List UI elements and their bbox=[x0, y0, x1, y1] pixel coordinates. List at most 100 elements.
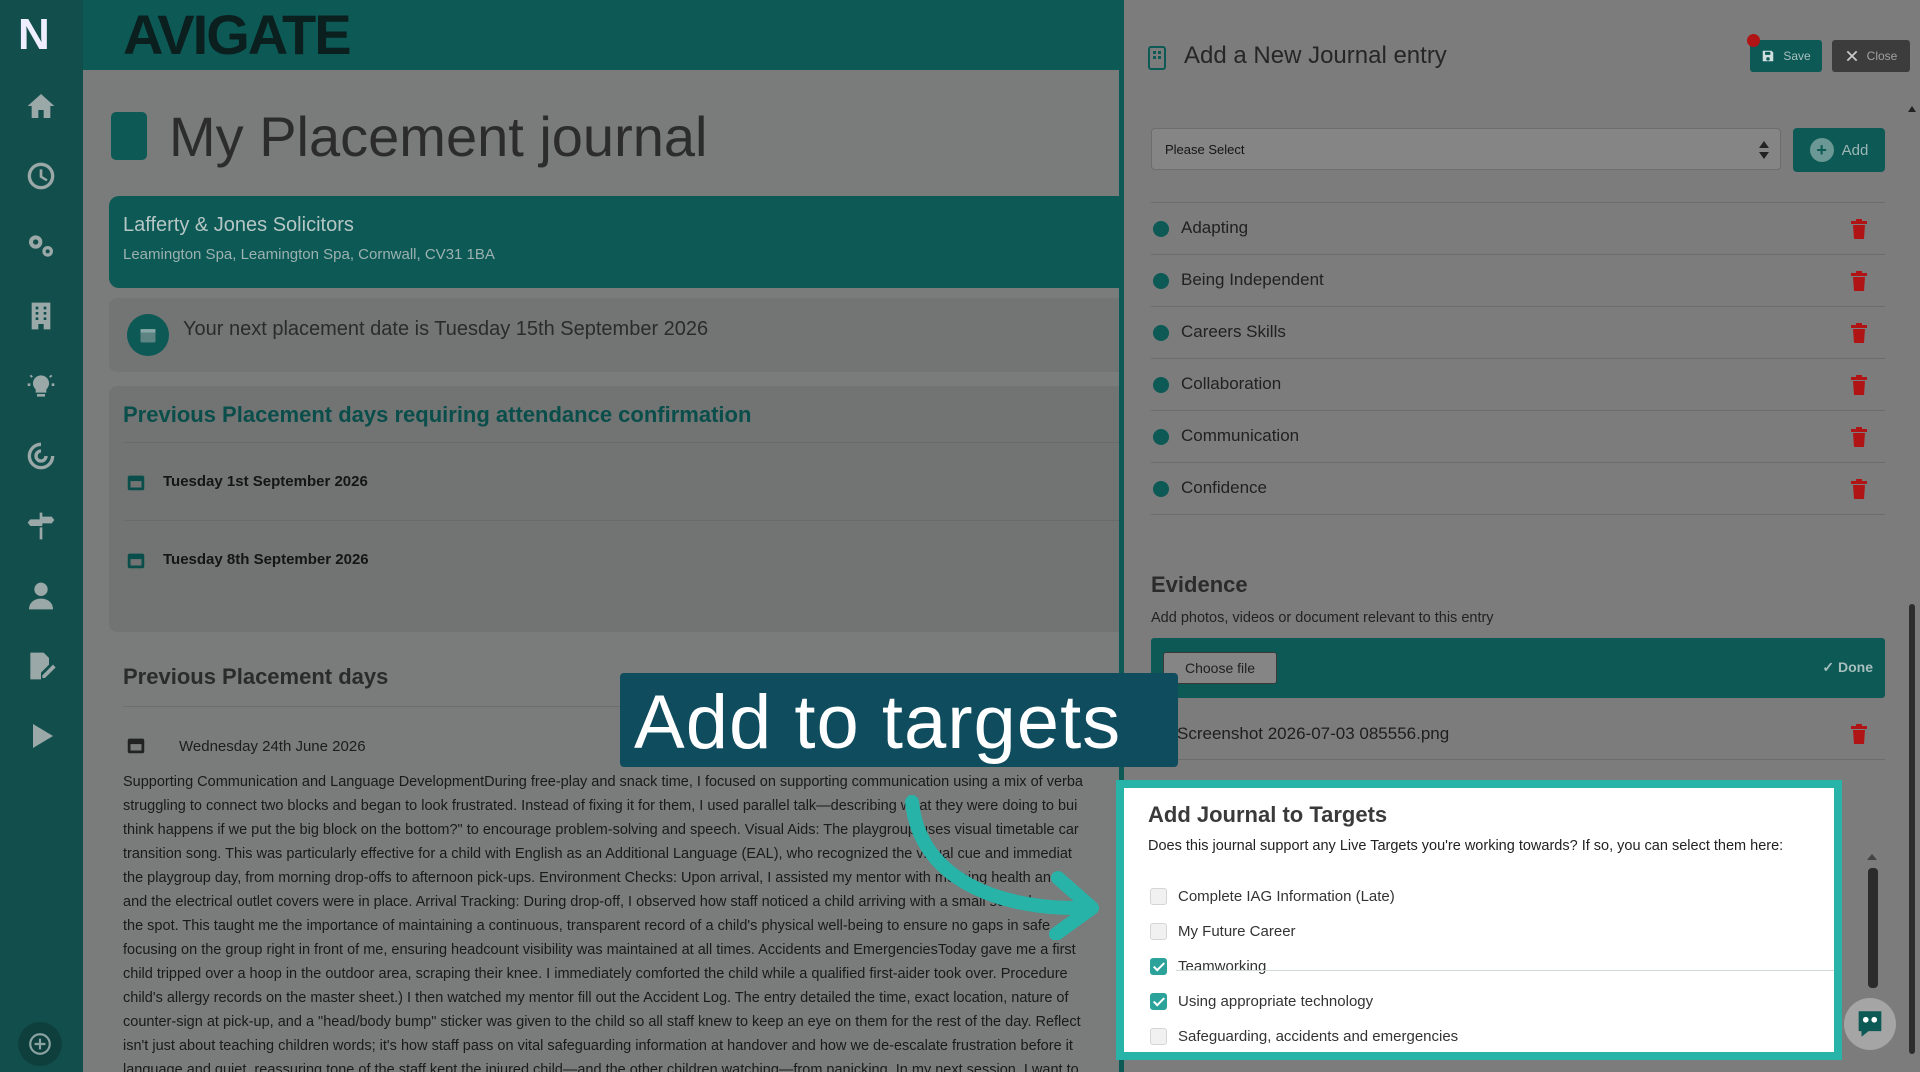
unsaved-indicator bbox=[1747, 34, 1760, 47]
trash-icon[interactable] bbox=[1851, 479, 1867, 499]
divider bbox=[1176, 970, 1834, 971]
confirmation-heading: Previous Placement days requiring attend… bbox=[123, 402, 752, 427]
target-checkbox[interactable] bbox=[1150, 923, 1167, 940]
skill-select[interactable]: Please Select bbox=[1151, 128, 1781, 170]
target-checkbox[interactable] bbox=[1150, 888, 1167, 905]
entry-line: child tripped over a hoop in the outdoor… bbox=[123, 966, 1068, 982]
done-button[interactable]: ✓ Done bbox=[1822, 659, 1873, 676]
close-label: Close bbox=[1866, 49, 1898, 63]
next-placement-card: Your next placement date is Tuesday 15th… bbox=[109, 298, 1123, 372]
app-logo[interactable]: N bbox=[18, 10, 50, 60]
confirmation-row[interactable]: Tuesday 1st September 2026 bbox=[123, 442, 1123, 520]
entry-line: isn't just about teaching children words… bbox=[123, 1038, 1073, 1054]
home-icon[interactable] bbox=[21, 86, 61, 126]
entry-date: Wednesday 24th June 2026 bbox=[179, 738, 366, 755]
callout-text: Add to targets bbox=[634, 680, 1122, 765]
scroll-up-icon[interactable] bbox=[1866, 852, 1878, 862]
targets-heading: Add Journal to Targets bbox=[1148, 802, 1388, 827]
left-sidebar: N bbox=[0, 0, 83, 1072]
trash-icon[interactable] bbox=[1851, 427, 1867, 447]
skill-name: Communication bbox=[1181, 426, 1300, 445]
done-label: Done bbox=[1838, 659, 1873, 675]
target-option[interactable]: Using appropriate technology bbox=[1150, 985, 1830, 1019]
target-checkbox[interactable] bbox=[1150, 993, 1167, 1010]
skill-dot bbox=[1153, 325, 1169, 341]
confirmation-section: Previous Placement days requiring attend… bbox=[109, 386, 1123, 632]
app-root: N AVIGATE My Placement journal Lafferty … bbox=[0, 0, 1920, 1072]
skills-list: Adapting Being Independent Careers Skill… bbox=[1151, 202, 1885, 515]
skill-name: Collaboration bbox=[1181, 374, 1282, 393]
play-icon[interactable] bbox=[21, 716, 61, 756]
target-icon[interactable] bbox=[21, 436, 61, 476]
add-label: Add bbox=[1841, 141, 1869, 159]
scroll-up-icon[interactable] bbox=[1907, 104, 1917, 114]
plus-circle-icon[interactable] bbox=[18, 1022, 62, 1066]
target-label: My Future Career bbox=[1178, 923, 1296, 940]
entry-line: language and quiet, reassuring tone of t… bbox=[123, 1062, 1079, 1072]
skill-name: Confidence bbox=[1181, 478, 1268, 497]
panel-title: Add a New Journal entry bbox=[1184, 42, 1447, 69]
target-option[interactable]: Safeguarding, accidents and emergencies bbox=[1150, 1020, 1830, 1054]
target-option[interactable]: Teamworking bbox=[1150, 950, 1830, 984]
trash-icon[interactable] bbox=[1851, 323, 1867, 343]
add-skill-button[interactable]: + Add bbox=[1793, 128, 1885, 172]
building-icon bbox=[111, 112, 147, 160]
target-checkbox[interactable] bbox=[1150, 958, 1167, 975]
skill-item: Careers Skills bbox=[1151, 307, 1885, 359]
choose-file-button[interactable]: Choose file bbox=[1163, 652, 1277, 684]
employer-card: Lafferty & Jones Solicitors Leamington S… bbox=[109, 196, 1123, 288]
confirmation-date: Tuesday 1st September 2026 bbox=[163, 473, 368, 490]
close-button[interactable]: Close bbox=[1832, 40, 1910, 72]
edit-document-icon[interactable] bbox=[21, 646, 61, 686]
skill-name: Careers Skills bbox=[1181, 322, 1286, 341]
entry-line: child's allergy records on the master sh… bbox=[123, 990, 1069, 1006]
skill-item: Communication bbox=[1151, 411, 1885, 463]
target-checkbox[interactable] bbox=[1150, 1028, 1167, 1045]
page-title: My Placement journal bbox=[169, 105, 708, 168]
skill-name: Being Independent bbox=[1181, 270, 1324, 289]
uploaded-file-row: Screenshot 2026-07-03 085556.png bbox=[1151, 708, 1885, 760]
trash-icon[interactable] bbox=[1851, 271, 1867, 291]
trash-icon[interactable] bbox=[1851, 724, 1867, 744]
calendar-icon bbox=[127, 314, 169, 356]
skill-dot bbox=[1153, 221, 1169, 237]
skill-item: Being Independent bbox=[1151, 255, 1885, 307]
lightbulb-icon[interactable] bbox=[21, 366, 61, 406]
entry-line: counter-sign at pick-up, and a "head/bod… bbox=[123, 1014, 1081, 1030]
check-icon: ✓ bbox=[1822, 659, 1838, 675]
target-option[interactable]: My Future Career bbox=[1150, 915, 1830, 949]
confirmation-row[interactable]: Tuesday 8th September 2026 bbox=[123, 520, 1123, 598]
save-button[interactable]: Save bbox=[1750, 40, 1822, 72]
next-placement-text: Your next placement date is Tuesday 15th… bbox=[183, 318, 709, 340]
target-option[interactable]: Complete IAG Information (Late) bbox=[1150, 880, 1830, 914]
panel-scrollbar[interactable] bbox=[1909, 604, 1915, 1054]
upload-bar: Choose file ✓ Done bbox=[1151, 638, 1885, 698]
close-icon bbox=[1846, 50, 1857, 62]
target-label: Complete IAG Information (Late) bbox=[1178, 888, 1395, 905]
entry-line: focusing on the group right in front of … bbox=[123, 942, 1076, 958]
targets-section: Add Journal to Targets Does this journal… bbox=[1116, 780, 1842, 1060]
target-label: Using appropriate technology bbox=[1178, 993, 1374, 1010]
building-icon[interactable] bbox=[21, 296, 61, 336]
chat-assistant-icon[interactable] bbox=[1844, 998, 1896, 1050]
tutorial-callout: Add to targets bbox=[620, 673, 1178, 767]
signpost-icon[interactable] bbox=[21, 506, 61, 546]
calendar-icon bbox=[127, 553, 145, 569]
calendar-icon bbox=[127, 475, 145, 491]
targets-scrollbar[interactable] bbox=[1868, 868, 1878, 988]
file-name: Screenshot 2026-07-03 085556.png bbox=[1177, 724, 1450, 743]
user-icon[interactable] bbox=[21, 576, 61, 616]
evidence-heading: Evidence bbox=[1151, 572, 1248, 597]
top-bar: AVIGATE bbox=[83, 0, 1123, 70]
pointer-arrow-icon bbox=[905, 795, 1099, 940]
clock-icon[interactable] bbox=[21, 156, 61, 196]
select-value: Please Select bbox=[1165, 142, 1245, 157]
trash-icon[interactable] bbox=[1851, 219, 1867, 239]
building-icon bbox=[1148, 46, 1166, 70]
save-label: Save bbox=[1783, 49, 1811, 63]
skill-item: Adapting bbox=[1151, 203, 1885, 255]
previous-days-heading: Previous Placement days bbox=[123, 664, 389, 689]
trash-icon[interactable] bbox=[1851, 375, 1867, 395]
select-arrows-icon bbox=[1759, 141, 1769, 159]
gears-icon[interactable] bbox=[21, 226, 61, 266]
